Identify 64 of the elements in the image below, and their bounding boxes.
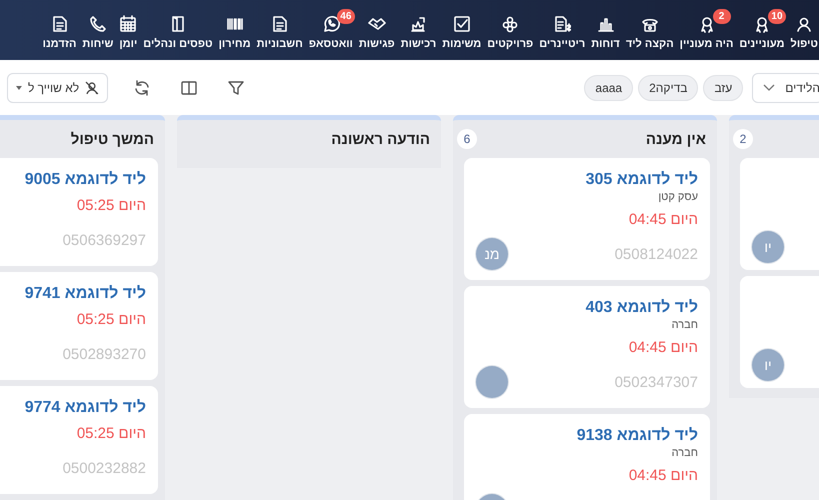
avatar: יו [752, 231, 784, 263]
count-badge: 2 [712, 8, 731, 24]
lead-name: ליד לדוגמא 9138 [576, 426, 698, 446]
column-title: הודעה ראשונה [331, 130, 430, 148]
invoice-icon [553, 14, 572, 32]
tag-chip[interactable]: בדיקה2 [638, 74, 698, 100]
column-title: אין מענה [646, 130, 706, 148]
nav-item[interactable]: רכישות [400, 10, 436, 50]
count-badge: 6 [457, 129, 477, 149]
checkbox-icon [452, 14, 471, 32]
phone-number: 0502347307 [614, 374, 698, 390]
user-slash-icon [85, 80, 99, 94]
stage-select[interactable]: הלידים [752, 72, 819, 102]
calendar-icon [119, 14, 138, 32]
avatar: מנ [476, 238, 508, 270]
phone-number: 0506369297 [62, 232, 146, 248]
nav-item[interactable]: הקצה ליד [626, 10, 674, 50]
assignee-filter-button[interactable]: לא שוייך ל [7, 72, 108, 102]
lead-time: היום 04:45 [628, 210, 698, 230]
tag-chip[interactable]: עזב [703, 74, 744, 100]
stage-select-value: הלידים [785, 80, 819, 94]
count-badge: 10 [768, 8, 786, 24]
lead-type: עסק קטן [658, 190, 698, 204]
lead-time: היום 05:25 [76, 424, 146, 444]
count-badge: 46 [336, 8, 355, 24]
column-title: המשך טיפול [70, 130, 154, 148]
nav-item[interactable]: משימות [442, 10, 482, 50]
nav-item[interactable]: דוחות [591, 10, 620, 50]
document-icon [270, 14, 289, 32]
person-icon [795, 14, 814, 32]
lead-type: חברה [672, 318, 698, 332]
nav-item[interactable]: חשבוניות [256, 10, 303, 50]
whatsapp-icon [322, 14, 340, 32]
phone-number: 0508124022 [614, 246, 698, 262]
nav-item[interactable]: יומן [119, 10, 138, 50]
lead-name: ליד לדוגמא 9774 [24, 398, 146, 418]
lead-time: היום 05:25 [76, 310, 146, 330]
phone-number: 0502893270 [62, 346, 146, 362]
nav-item[interactable]: טיפול [790, 10, 818, 50]
lead-time: היום 04:45 [628, 466, 698, 486]
lead-name: ליד לדוגמא 9005 [24, 170, 146, 190]
document-icon [50, 14, 69, 32]
lead-name: ליד לדוגמא 403 [586, 298, 698, 318]
nav-item[interactable]: פרויקטים [487, 10, 534, 50]
lead-time: היום 05:25 [76, 196, 146, 216]
phone-number: 0500232882 [62, 460, 146, 476]
nav-item[interactable]: הזדמנו [42, 10, 76, 50]
lead-type: חברה [672, 446, 698, 460]
nav-item[interactable]: מחירון [218, 10, 251, 50]
nav-item[interactable]: שיחות [82, 10, 114, 50]
count-badge: 2 [733, 129, 753, 149]
chevron-down-icon [763, 84, 776, 92]
tag-chip[interactable]: aaaa [584, 74, 634, 100]
cluster-icon [501, 14, 520, 32]
lead-time: היום 04:45 [628, 338, 698, 358]
nav-item[interactable]: פגישות [358, 10, 395, 50]
phone-icon [88, 14, 107, 32]
avatar: יו [752, 349, 784, 381]
lead-card[interactable]: ליד לדוגמא 9138 חברה היום 04:45 [464, 414, 710, 500]
nav-item[interactable]: ריטיינרים [539, 10, 586, 50]
nav-item[interactable]: טפסים ונהלים [143, 10, 213, 50]
lead-name: ליד לדוגמא 305 [586, 170, 698, 190]
lead-name: ליד לדוגמא 9741 [24, 284, 146, 304]
caret-icon [16, 86, 22, 90]
